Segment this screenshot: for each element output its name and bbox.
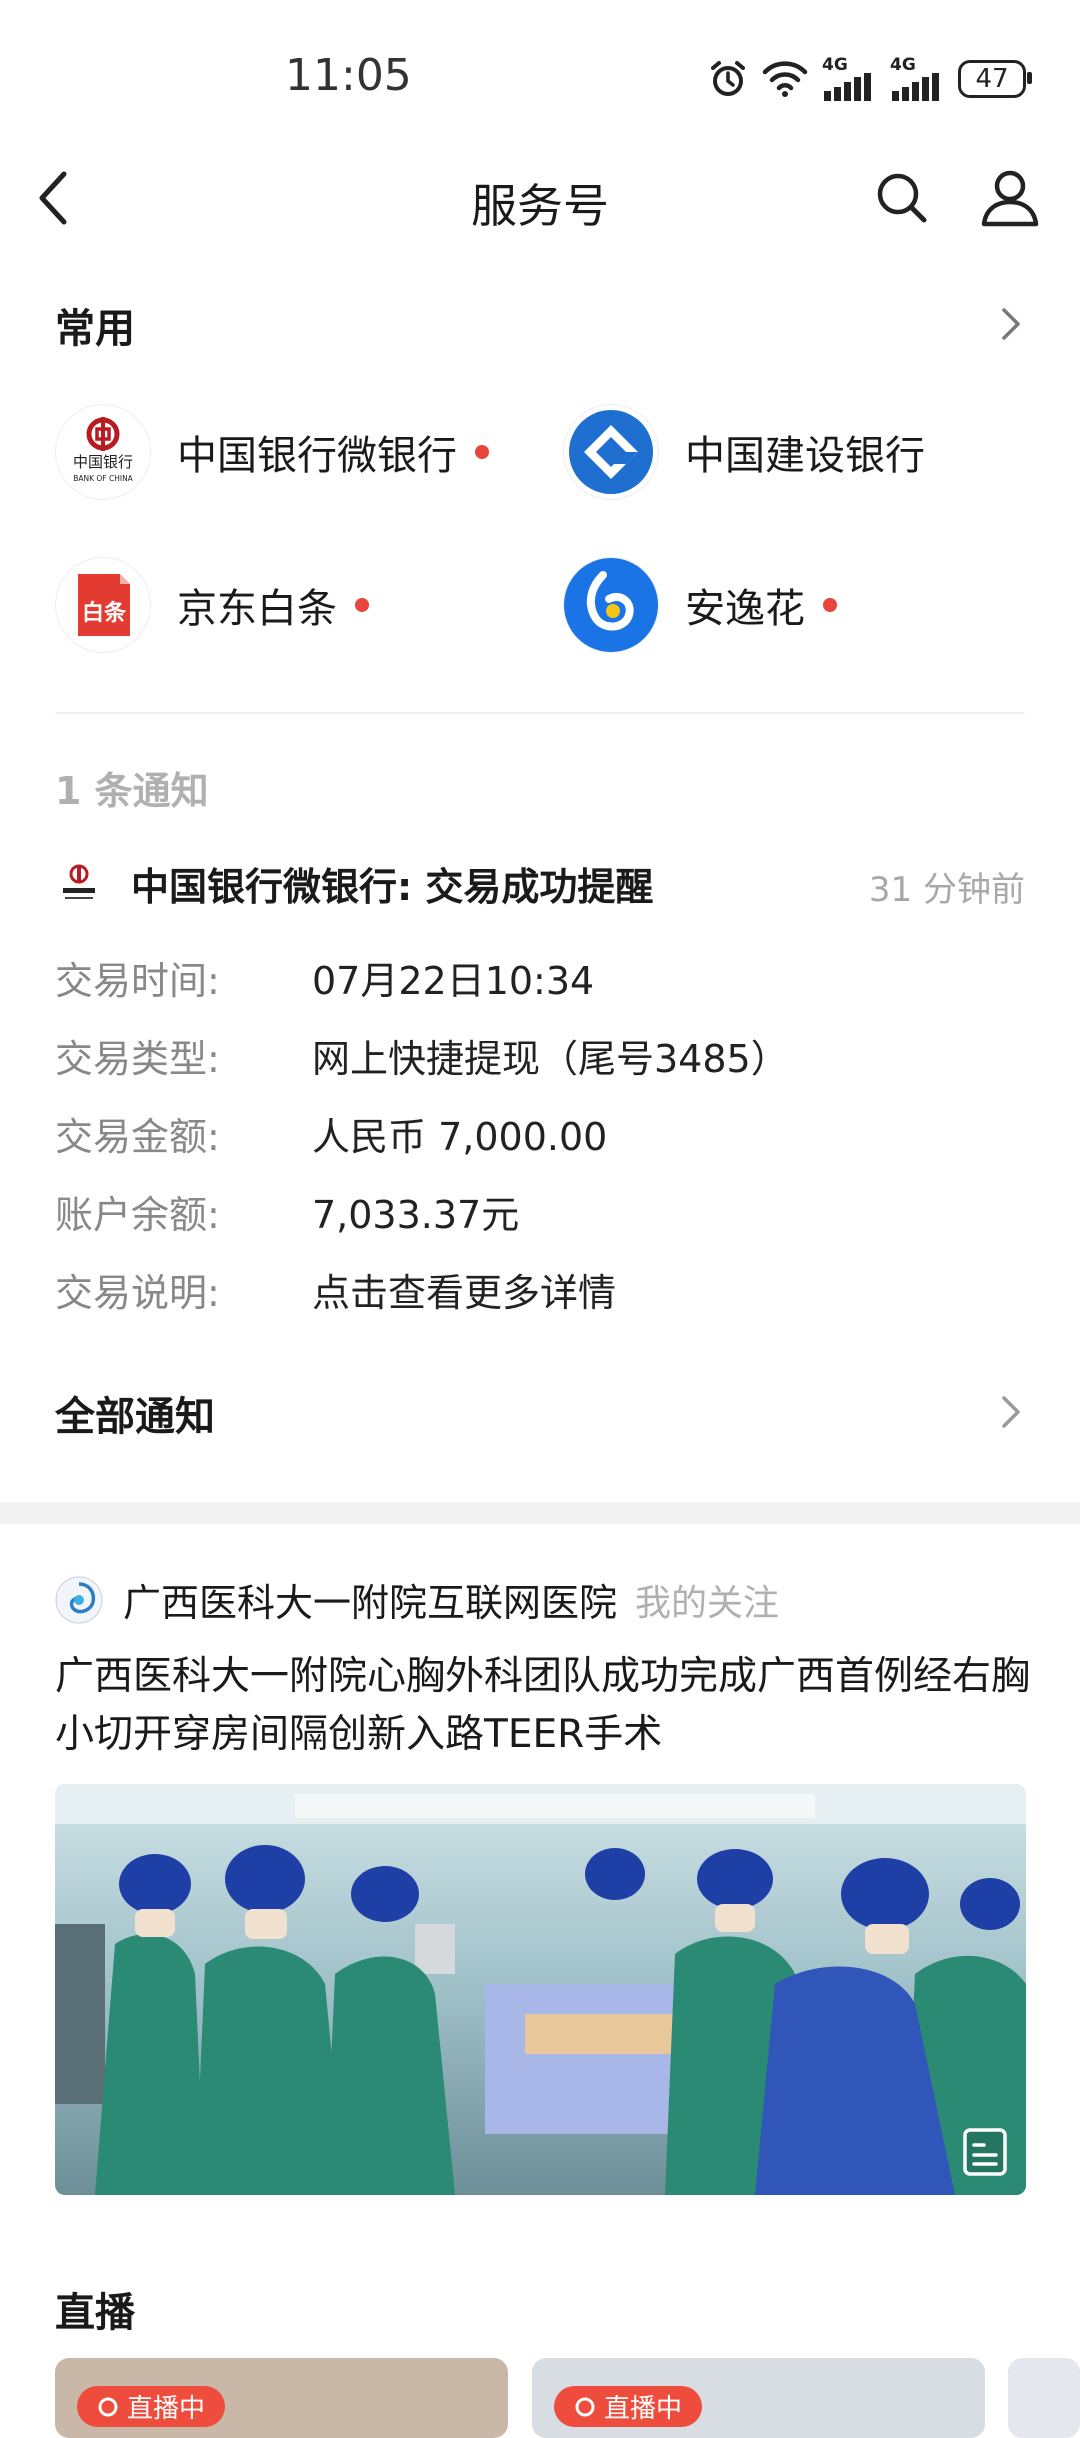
detail-row-balance: 账户余额: 7,033.37元: [55, 1182, 1025, 1240]
common-section-title: 常用: [55, 306, 135, 352]
battery-level: 47: [975, 64, 1009, 94]
detail-row-time: 交易时间: 07月22日10:34: [55, 948, 1025, 1006]
live-badge-label: 直播中: [604, 2394, 683, 2424]
account-item-jd-baitiao[interactable]: 白条 京东白条: [55, 555, 369, 655]
live-badge: 直播中: [77, 2386, 226, 2427]
all-notifications-link[interactable]: 全部通知: [55, 1384, 215, 1442]
status-time: 11:05: [285, 50, 412, 101]
detail-row-type: 交易类型: 网上快捷提现（尾号3485）: [55, 1026, 1025, 1084]
detail-label: 交易说明:: [55, 1270, 220, 1315]
detail-value: 人民币 7,000.00: [312, 1114, 608, 1159]
chevron-right-icon: [1002, 1396, 1020, 1428]
alarm-icon: [711, 61, 745, 96]
jd-logo-text: 白条: [82, 600, 127, 626]
signal-bars-icon: [824, 72, 871, 101]
chevron-right-icon: [1002, 308, 1020, 340]
signal-1-indicator: 4G: [822, 54, 876, 101]
all-notifications-chevron[interactable]: [996, 1392, 1026, 1432]
boc-mini-logo-icon: [63, 864, 95, 899]
section-separator: [0, 1502, 1080, 1524]
user-icon: [981, 170, 1039, 227]
unread-dot: [823, 598, 837, 612]
boc-logo-text: 中国银行: [73, 453, 133, 471]
notification-count: 1 条通知: [55, 769, 209, 813]
detail-label: 账户余额:: [55, 1192, 220, 1237]
live-badge: 直播中: [554, 2386, 703, 2427]
signal-bars-icon: [892, 72, 939, 101]
notification-time: 31 分钟前: [868, 870, 1025, 910]
detail-label: 交易类型:: [55, 1036, 220, 1081]
account-item-boc[interactable]: 中国银行 BANK OF CHINA 中国银行微银行: [55, 402, 489, 502]
account-name: 安逸花: [685, 586, 805, 632]
surgery-photo: [55, 1784, 1026, 2195]
notification-header[interactable]: 中国银行微银行: 交易成功提醒: [55, 856, 653, 911]
network-type-1: 4G: [822, 54, 848, 75]
detail-row-amount: 交易金额: 人民币 7,000.00: [55, 1104, 1025, 1162]
account-name: 中国银行微银行: [177, 433, 457, 479]
article-icon: [962, 2127, 1008, 2177]
live-card[interactable]: 直播中: [55, 2358, 508, 2438]
search-button[interactable]: [872, 168, 932, 228]
detail-label: 交易金额:: [55, 1114, 220, 1159]
live-card[interactable]: [1008, 2358, 1080, 2438]
detail-label: 交易时间:: [55, 958, 220, 1003]
live-card[interactable]: 直播中: [532, 2358, 985, 2438]
unread-dot: [355, 598, 369, 612]
hospital-logo-icon: [55, 1576, 103, 1623]
boc-logo: 中国银行 BANK OF CHINA: [55, 404, 151, 500]
account-name: 京东白条: [177, 586, 337, 632]
detail-value: 网上快捷提现（尾号3485）: [312, 1036, 789, 1081]
feed-follow-tag: 我的关注: [635, 1582, 780, 1624]
notification-title: 中国银行微银行: 交易成功提醒: [131, 865, 654, 909]
account-item-ccb[interactable]: 中国建设银行: [563, 402, 925, 502]
live-icon: [98, 2397, 118, 2416]
network-type-2: 4G: [890, 54, 916, 75]
live-icon: [575, 2397, 595, 2416]
jd-baitiao-logo: 白条: [55, 557, 151, 653]
unread-dot: [475, 445, 489, 459]
section-divider: [55, 712, 1025, 714]
detail-value-link[interactable]: 点击查看更多详情: [312, 1262, 616, 1317]
boc-logo-en: BANK OF CHINA: [73, 474, 133, 483]
live-section-title: 直播: [55, 2290, 135, 2336]
wifi-icon: [762, 61, 808, 97]
account-name: 中国建设银行: [685, 433, 925, 479]
common-more-button[interactable]: [996, 304, 1026, 344]
ccb-logo: [563, 404, 659, 500]
search-icon: [877, 173, 927, 223]
feed-source-name: 广西医科大一附院互联网医院: [123, 1581, 618, 1625]
detail-value: 07月22日10:34: [312, 958, 595, 1003]
status-icons: 4G 4G 47: [708, 56, 1038, 102]
account-item-anyihua[interactable]: 安逸花: [563, 555, 837, 655]
anyihua-logo: [563, 557, 659, 653]
detail-row-description[interactable]: 交易说明: 点击查看更多详情: [55, 1260, 1025, 1318]
live-badge-label: 直播中: [127, 2394, 206, 2424]
feed-source[interactable]: 广西医科大一附院互联网医院 我的关注: [55, 1572, 779, 1627]
detail-value: 7,033.37元: [312, 1192, 520, 1237]
signal-2-indicator: 4G: [890, 54, 944, 101]
profile-button[interactable]: [978, 166, 1042, 230]
battery-indicator: 47: [958, 60, 1032, 98]
feed-article-image[interactable]: [55, 1784, 1026, 2195]
feed-headline[interactable]: 广西医科大一附院心胸外科团队成功完成广西首例经右胸小切开穿房间隔创新入路TEER…: [55, 1648, 1035, 1764]
